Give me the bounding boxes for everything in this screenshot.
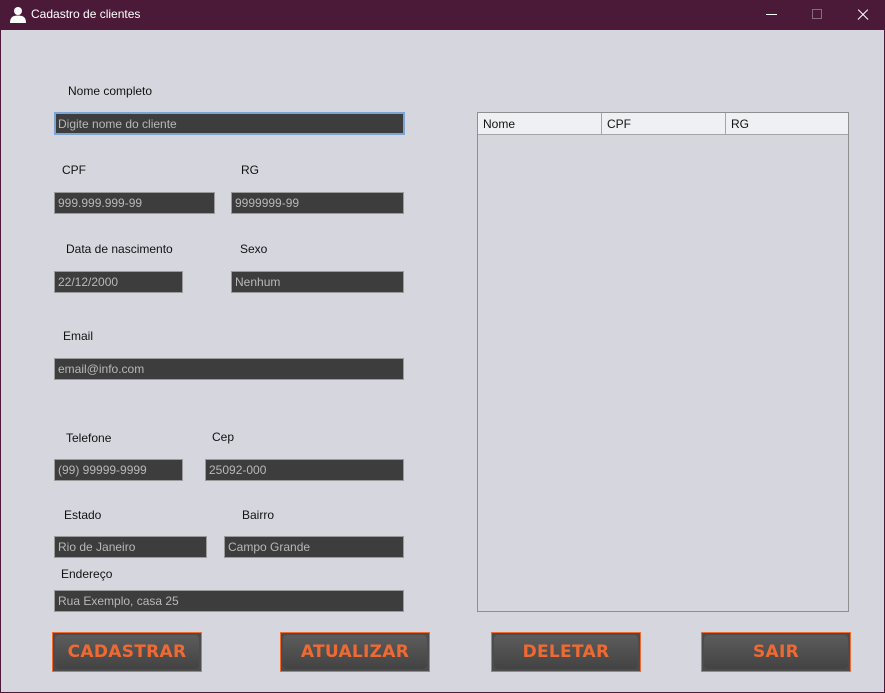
telefone-label: Telefone: [66, 431, 112, 445]
minimize-button[interactable]: [748, 0, 794, 30]
minimize-icon: [766, 14, 777, 15]
cadastrar-button[interactable]: CADASTRAR: [52, 632, 202, 672]
email-input[interactable]: [54, 358, 404, 380]
atualizar-button-label: ATUALIZAR: [283, 635, 427, 669]
sexo-input[interactable]: [231, 271, 404, 293]
atualizar-button[interactable]: ATUALIZAR: [280, 632, 430, 672]
telefone-input[interactable]: [54, 459, 183, 481]
sexo-label: Sexo: [240, 242, 268, 256]
column-header-cpf[interactable]: CPF: [602, 113, 726, 134]
cpf-input[interactable]: [54, 192, 215, 214]
cadastrar-button-label: CADASTRAR: [55, 635, 199, 669]
window-title: Cadastro de clientes: [31, 7, 141, 21]
email-label: Email: [63, 329, 94, 343]
cep-label: Cep: [212, 430, 235, 444]
sair-button[interactable]: SAIR: [701, 632, 851, 672]
nome-label: Nome completo: [68, 84, 153, 98]
deletar-button-label: DELETAR: [494, 635, 638, 669]
title-bar[interactable]: Cadastro de clientes: [0, 0, 885, 30]
user-icon: [10, 7, 26, 23]
maximize-button[interactable]: [794, 0, 840, 30]
nome-input[interactable]: [54, 112, 405, 135]
maximize-icon: [812, 9, 822, 19]
bairro-input[interactable]: [224, 536, 404, 558]
estado-label: Estado: [64, 508, 102, 522]
client-form-panel: Nome completo CPF RG Data de nascimento …: [1, 30, 884, 692]
close-button[interactable]: [840, 0, 885, 30]
deletar-button[interactable]: DELETAR: [491, 632, 641, 672]
nascimento-input[interactable]: [54, 271, 183, 293]
cpf-label: CPF: [62, 163, 86, 177]
rg-input[interactable]: [231, 192, 404, 214]
cep-input[interactable]: [205, 459, 404, 481]
sair-button-label: SAIR: [704, 635, 848, 669]
estado-input[interactable]: [54, 536, 207, 558]
clients-table[interactable]: Nome CPF RG: [477, 112, 849, 612]
nascimento-label: Data de nascimento: [66, 242, 173, 256]
table-header: Nome CPF RG: [478, 113, 848, 135]
column-header-nome[interactable]: Nome: [478, 113, 602, 134]
bairro-label: Bairro: [242, 508, 275, 522]
endereco-input[interactable]: [54, 590, 404, 612]
column-header-rg[interactable]: RG: [726, 113, 848, 134]
endereco-label: Endereço: [61, 567, 113, 581]
rg-label: RG: [241, 163, 259, 177]
